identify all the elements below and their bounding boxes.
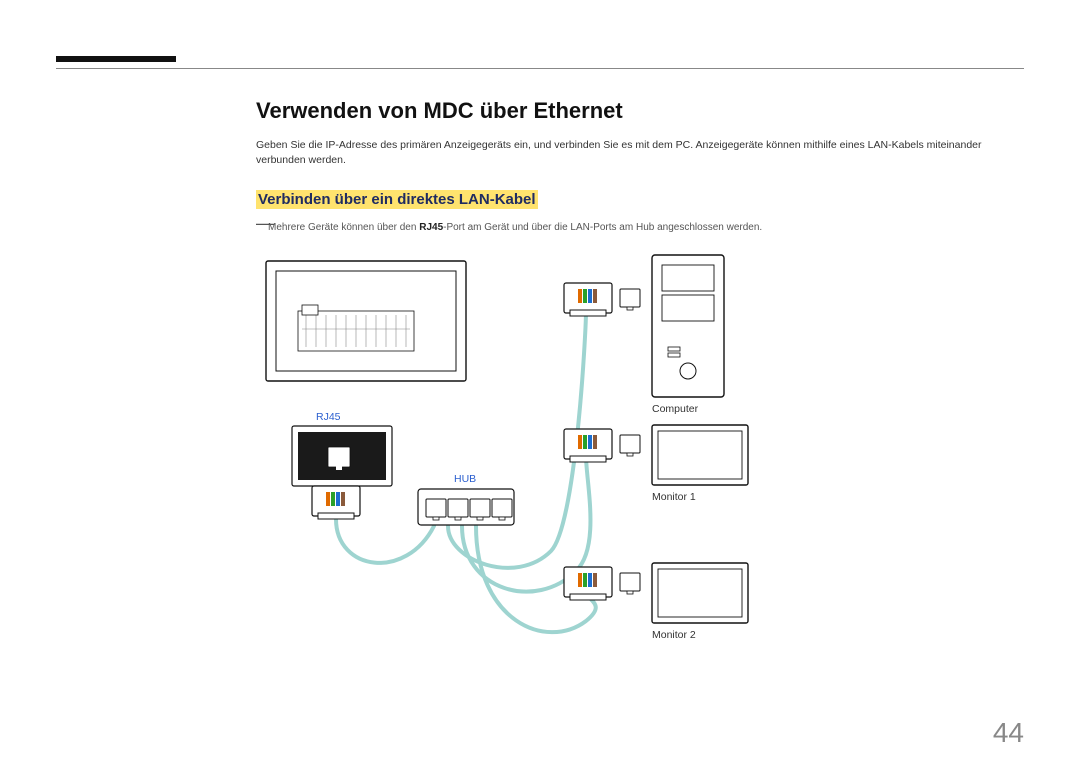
rj45-closeup-icon [292, 426, 392, 486]
monitor2-icon [652, 563, 748, 623]
display-rear-icon [266, 261, 466, 381]
note-bold: RJ45 [419, 222, 443, 233]
hub-icon [418, 489, 514, 525]
rj45-plug-icon [564, 567, 612, 600]
page-title: Verwenden von MDC über Ethernet [256, 98, 1024, 124]
rj45-plug-icon [312, 486, 360, 519]
note-prefix: Mehrere Geräte können über den [268, 222, 419, 233]
header-accent-bar [56, 56, 176, 62]
label-computer: Computer [652, 403, 698, 415]
rj45-port-icon [620, 435, 640, 456]
page-content: Verwenden von MDC über Ethernet Geben Si… [256, 98, 1024, 671]
note-line: ― Mehrere Geräte können über den RJ45-Po… [268, 217, 1024, 235]
page-number: 44 [993, 717, 1024, 749]
computer-icon [652, 255, 724, 397]
rj45-plug-icon [564, 429, 612, 462]
intro-paragraph: Geben Sie die IP-Adresse des primären An… [256, 138, 996, 168]
header-rule [56, 68, 1024, 69]
label-rj45: RJ45 [316, 411, 341, 423]
rj45-port-icon [620, 289, 640, 310]
diagram-svg [256, 251, 796, 671]
note-suffix: -Port am Gerät und über die LAN-Ports am… [443, 222, 762, 233]
label-monitor2: Monitor 2 [652, 629, 696, 641]
rj45-port-icon [620, 573, 640, 594]
label-monitor1: Monitor 1 [652, 491, 696, 503]
note-dash-icon: ― [256, 213, 274, 234]
subheading: Verbinden über ein direktes LAN-Kabel [256, 190, 538, 209]
connection-diagram: RJ45 HUB Computer Monitor 1 Monitor 2 [256, 251, 796, 671]
monitor1-icon [652, 425, 748, 485]
note-text: Mehrere Geräte können über den RJ45-Port… [268, 222, 762, 233]
rj45-plug-icon [564, 283, 612, 316]
label-hub: HUB [454, 473, 476, 485]
